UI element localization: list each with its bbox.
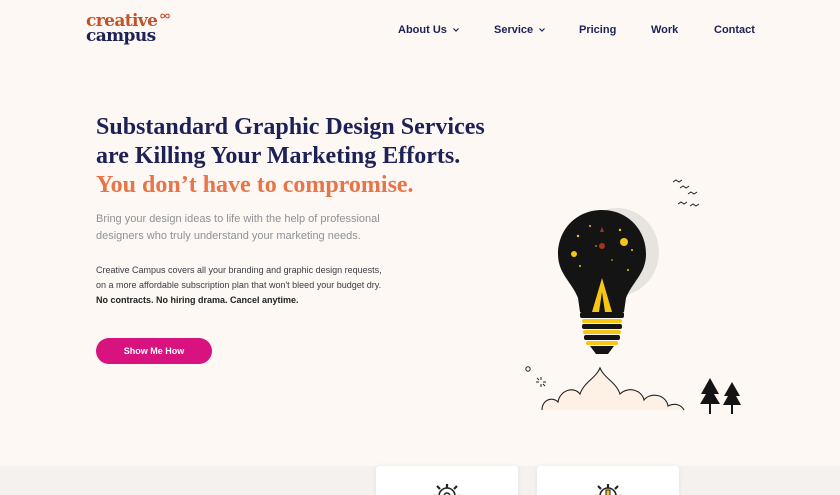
hero-title-line2: are Killing Your Marketing Efforts. — [96, 143, 461, 169]
service-card[interactable] — [376, 466, 518, 495]
chevron-down-icon — [452, 28, 459, 32]
sparkle-icon — [536, 377, 546, 387]
body-strong: No contracts. No hiring drama. Cancel an… — [96, 295, 299, 305]
nav-label: Pricing — [579, 24, 617, 36]
site-header: creative campus About Us Service Pricing… — [0, 0, 840, 62]
gear-pencil-icon — [594, 484, 622, 495]
lead-line2: designers who truly understand your mark… — [96, 230, 361, 242]
nav-label: Work — [651, 24, 679, 36]
planet-icon — [620, 238, 628, 246]
nav-about-us[interactable]: About Us — [398, 24, 459, 36]
bulb-base — [580, 312, 624, 354]
service-card[interactable] — [537, 466, 679, 495]
logo-line2: campus — [86, 26, 156, 46]
hero-title: Substandard Graphic Design Services are … — [96, 113, 536, 200]
planet-icon — [571, 251, 577, 257]
birds-icon — [672, 179, 700, 207]
gear-icon — [433, 484, 461, 495]
nav-work[interactable]: Work — [651, 24, 678, 36]
hero-title-accent: You don’t have to compromise. — [96, 172, 414, 198]
body-line2: on a more affordable subscription plan t… — [96, 280, 382, 290]
nav-service[interactable]: Service — [494, 24, 546, 36]
planet-icon — [599, 243, 605, 249]
chevron-down-icon — [539, 28, 546, 32]
nav-contact[interactable]: Contact — [714, 24, 755, 36]
tree-icon — [700, 378, 741, 414]
lead-line1: Bring your design ideas to life with the… — [96, 213, 380, 225]
lightbulb-rocket-illustration — [525, 179, 741, 414]
nav-label: Service — [494, 24, 534, 36]
logo[interactable]: creative campus — [86, 13, 170, 47]
nav-pricing[interactable]: Pricing — [579, 24, 616, 36]
cloud-icon — [541, 366, 685, 411]
show-me-how-button[interactable]: Show Me How — [96, 338, 212, 364]
hero-body: Creative Campus covers all your branding… — [96, 263, 426, 308]
hero-title-line1: Substandard Graphic Design Services — [96, 114, 485, 140]
infinity-icon — [160, 13, 170, 19]
body-line1: Creative Campus covers all your branding… — [96, 265, 382, 275]
nav-label: Contact — [714, 24, 755, 36]
nav-label: About Us — [398, 24, 447, 36]
hero-lead: Bring your design ideas to life with the… — [96, 211, 406, 245]
